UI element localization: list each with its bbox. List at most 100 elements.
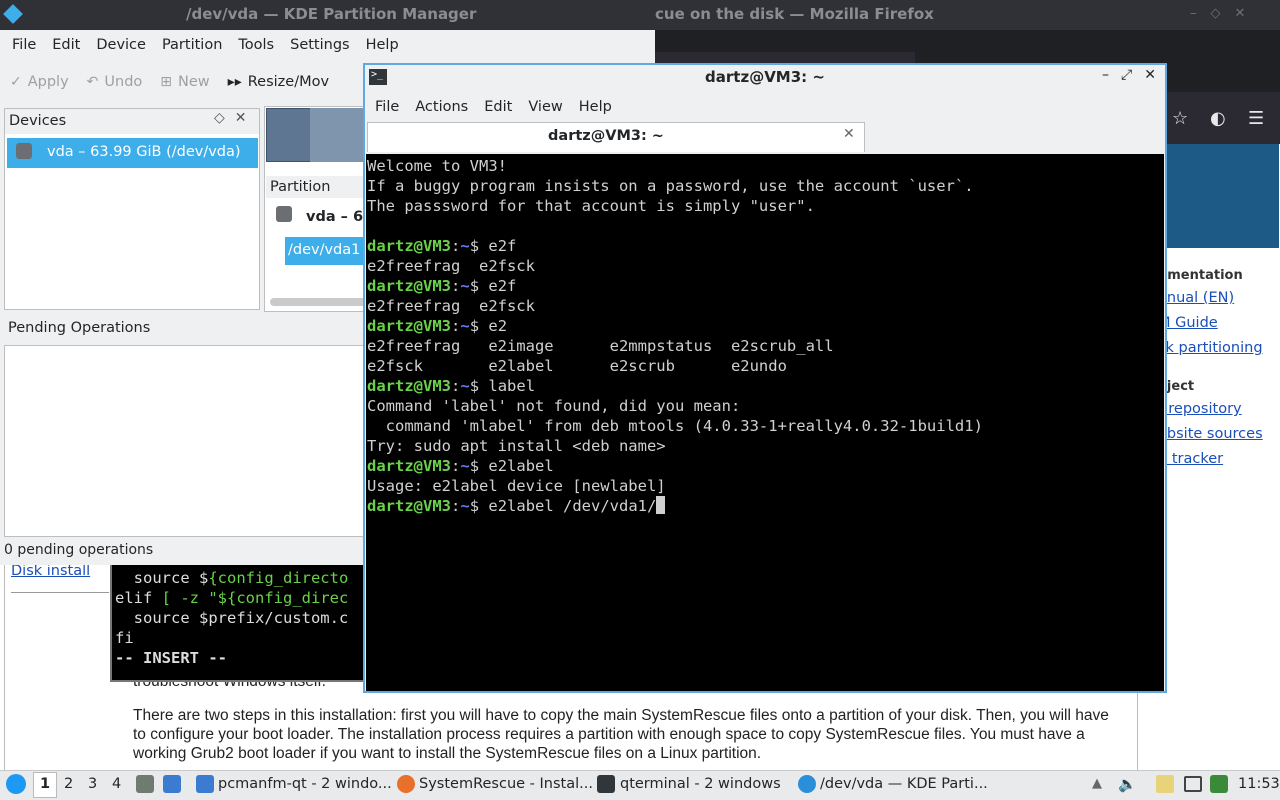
harddisk-icon: [16, 143, 32, 159]
new-button[interactable]: ⊞ New: [160, 74, 209, 90]
sidebar-link[interactable]: anual (EN): [1158, 290, 1280, 315]
menu-file[interactable]: File: [4, 37, 44, 53]
terminal-output-line: command 'mlabel' from deb mtools (4.0.33…: [367, 417, 983, 435]
pending-operations-title: Pending Operations: [8, 320, 151, 336]
menu-actions[interactable]: Actions: [407, 99, 476, 115]
menu-help[interactable]: Help: [358, 37, 407, 53]
sidebar-link[interactable]: t repository: [1158, 401, 1280, 426]
terminal-window-title: dartz@VM3: ~: [705, 68, 825, 86]
menu-tools[interactable]: Tools: [230, 37, 282, 53]
undo-icon: ↶: [86, 74, 99, 90]
resize-move-button[interactable]: ▸▸ Resize/Mov: [228, 74, 329, 90]
terminal-output-line: The passsword for that account is simply…: [367, 197, 815, 215]
menu-device[interactable]: Device: [88, 37, 154, 53]
terminal-output-line: Usage: e2label device [newlabel]: [367, 477, 666, 495]
vim-line: source ${config_directo: [115, 569, 349, 587]
harddisk-icon: [276, 206, 292, 222]
terminal-prompt-line: dartz@VM3:~$ label: [367, 377, 536, 395]
desktop-switch-1[interactable]: 1: [40, 776, 50, 792]
status-bar: 0 pending operations: [4, 542, 154, 558]
account-icon[interactable]: ◐: [1210, 108, 1226, 129]
resize-icon: ▸▸: [227, 74, 242, 90]
clipboard-icon[interactable]: [1156, 775, 1174, 793]
terminal-output-line: e2fsck e2label e2scrub e2undo: [367, 357, 787, 375]
page-body-text: There are two steps in this installation…: [133, 707, 1109, 762]
desktop-switch-2[interactable]: 2: [64, 776, 73, 792]
terminal-output-line: If a buggy program insists on a password…: [367, 177, 974, 195]
partitionmanager-icon: [798, 775, 816, 793]
taskbar-task-kpm[interactable]: /dev/vda — KDE Parti...: [820, 776, 988, 792]
terminal-prompt-line: dartz@VM3:~$ e2f: [367, 237, 517, 255]
tray-arrow-icon[interactable]: ▲: [1092, 776, 1102, 791]
undo-button[interactable]: ↶ Undo: [87, 74, 143, 90]
sidebar-link[interactable]: M Guide: [1158, 315, 1280, 340]
panel-float-close-icon[interactable]: ◇✕: [214, 110, 257, 126]
partition-column-header[interactable]: Partition: [266, 176, 366, 198]
vim-line: source $prefix/custom.c: [115, 609, 349, 627]
partition-row[interactable]: /dev/vda1: [285, 237, 365, 265]
menu-file[interactable]: File: [367, 99, 407, 115]
sidebar-link[interactable]: g tracker: [1158, 451, 1280, 476]
sidebar-link[interactable]: sk partitioning: [1158, 340, 1280, 365]
vim-line: elif [ -z "${config_direc: [115, 589, 349, 607]
terminal-icon: [597, 775, 615, 793]
divider: [11, 592, 109, 593]
window-controls[interactable]: –⤢✕: [1102, 67, 1168, 83]
page-sidebar: umentation anual (EN) M Guide sk partiti…: [1158, 268, 1280, 476]
page-header-banner: [1165, 144, 1279, 248]
firefox-icon: [397, 775, 415, 793]
terminal-output-line: Command 'label' not found, did you mean:: [367, 397, 741, 415]
vim-mode-indicator: -- INSERT --: [115, 649, 227, 667]
kpm-window-title: /dev/vda — KDE Partition Manager: [186, 5, 477, 23]
firefox-window-title: cue on the disk — Mozilla Firefox: [655, 5, 934, 23]
folder-icon: [196, 775, 214, 793]
file-manager-icon[interactable]: [163, 775, 181, 793]
clock[interactable]: 11:53: [1238, 776, 1280, 792]
bookmark-star-icon[interactable]: ☆: [1172, 108, 1188, 129]
terminal-output-line: e2freefrag e2fsck: [367, 297, 535, 315]
menu-edit[interactable]: Edit: [44, 37, 88, 53]
checkmark-icon: ✓: [10, 74, 22, 90]
kpm-toolbar: ✓ Apply ↶ Undo ⊞ New ▸▸ Resize/Mov: [0, 64, 347, 100]
menu-settings[interactable]: Settings: [282, 37, 357, 53]
terminal-prompt-line: dartz@VM3:~$ e2label: [367, 457, 554, 475]
vim-editor[interactable]: source ${config_directo elif [ -z "${con…: [110, 560, 366, 682]
terminal-output-line: e2freefrag e2fsck: [367, 257, 535, 275]
apply-button[interactable]: ✓ Apply: [10, 74, 69, 90]
disk-install-link[interactable]: Disk install: [11, 563, 90, 579]
menu-edit[interactable]: Edit: [476, 99, 520, 115]
taskbar-task-firefox[interactable]: SystemRescue - Instal...: [419, 776, 593, 792]
terminal-screen[interactable]: Welcome to VM3! If a buggy program insist…: [366, 154, 1164, 691]
show-desktop-icon[interactable]: [136, 775, 154, 793]
terminal-prompt-line: dartz@VM3:~$ e2label /dev/vda1/: [367, 496, 1164, 516]
vim-line: fi: [115, 629, 134, 647]
hamburger-menu-icon[interactable]: ☰: [1248, 108, 1264, 129]
menu-help[interactable]: Help: [571, 99, 620, 115]
app-menu-icon[interactable]: [6, 774, 26, 794]
terminal-output-line: e2freefrag e2image e2mmpstatus e2scrub_a…: [367, 337, 834, 355]
menu-partition[interactable]: Partition: [154, 37, 230, 53]
partition-map-segment[interactable]: [310, 108, 370, 162]
menu-view[interactable]: View: [520, 99, 570, 115]
terminal-output-line: Try: sudo apt install <deb name>: [367, 437, 666, 455]
terminal-tab-label: dartz@VM3: ~: [548, 128, 664, 144]
taskbar-task-pcmanfm[interactable]: pcmanfm-qt - 2 windo...: [218, 776, 392, 792]
horizontal-scrollbar[interactable]: [270, 298, 366, 306]
new-partition-icon: ⊞: [160, 74, 173, 90]
network-icon[interactable]: [1210, 775, 1228, 793]
desktop-switch-4[interactable]: 4: [112, 776, 121, 792]
terminal-cursor: [656, 496, 666, 514]
firefox-window-controls[interactable]: –◇✕: [1190, 6, 1259, 21]
keyboard-icon[interactable]: [1184, 776, 1202, 792]
terminal-menubar: File Actions Edit View Help: [365, 94, 1165, 120]
volume-icon[interactable]: 🔈: [1118, 775, 1137, 793]
taskbar-task-qterminal[interactable]: qterminal - 2 windows: [620, 776, 781, 792]
sidebar-heading-documentation: umentation: [1158, 268, 1243, 283]
sidebar-heading-project: oject: [1158, 379, 1195, 394]
device-list-item[interactable]: vda – 63.99 GiB (/dev/vda): [7, 138, 258, 168]
sidebar-link[interactable]: ebsite sources: [1158, 426, 1280, 451]
desktop-switch-3[interactable]: 3: [88, 776, 97, 792]
tab-close-icon[interactable]: ✕: [843, 126, 855, 142]
kpm-menubar: File Edit Device Partition Tools Setting…: [0, 30, 655, 60]
